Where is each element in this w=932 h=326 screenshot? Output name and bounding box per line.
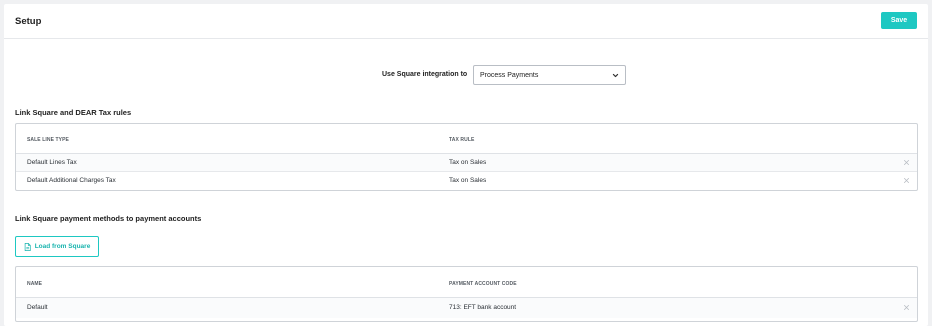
tax-rule-cell[interactable]: Tax on Sales xyxy=(449,159,486,166)
column-header-tax-rule: TAX RULE xyxy=(449,137,475,143)
tax-rules-table: SALE LINE TYPE TAX RULE Default Lines Ta… xyxy=(15,123,918,191)
tax-rules-heading: Link Square and DEAR Tax rules xyxy=(15,108,132,117)
tax-rules-table-body: Default Lines Tax Tax on Sales Default A… xyxy=(16,154,917,190)
column-header-payment-account-code: PAYMENT ACCOUNT CODE xyxy=(449,281,517,287)
integration-select-value: Process Payments xyxy=(480,72,539,79)
payment-method-name-cell: Default xyxy=(27,304,48,311)
close-icon[interactable] xyxy=(903,177,910,184)
page-header: Setup Save xyxy=(4,4,928,39)
tax-rules-table-header: SALE LINE TYPE TAX RULE xyxy=(16,124,917,154)
chevron-down-icon xyxy=(612,73,619,78)
payment-methods-heading: Link Square payment methods to payment a… xyxy=(15,214,202,223)
payment-methods-table-header: NAME PAYMENT ACCOUNT CODE xyxy=(16,267,917,298)
page-title: Setup xyxy=(15,16,42,27)
setup-panel: Setup Save Use Square integration to Pro… xyxy=(4,4,928,326)
load-from-square-button[interactable]: Load from Square xyxy=(15,236,99,257)
payment-account-cell[interactable]: 713: EFT bank account xyxy=(449,304,516,311)
payment-methods-table-body: Default 713: EFT bank account xyxy=(16,298,917,318)
close-icon[interactable] xyxy=(903,304,910,311)
integration-label: Use Square integration to xyxy=(382,71,468,78)
close-icon[interactable] xyxy=(903,159,910,166)
integration-select[interactable]: Process Payments xyxy=(473,65,626,85)
document-icon xyxy=(24,242,31,251)
payment-methods-table: NAME PAYMENT ACCOUNT CODE Default 713: E… xyxy=(15,266,918,322)
column-header-name: NAME xyxy=(27,281,43,287)
table-row[interactable]: Default Additional Charges Tax Tax on Sa… xyxy=(16,172,917,190)
sale-line-type-cell: Default Lines Tax xyxy=(27,159,77,166)
table-row[interactable]: Default 713: EFT bank account xyxy=(16,298,917,318)
save-button[interactable]: Save xyxy=(881,12,917,29)
tax-rule-cell[interactable]: Tax on Sales xyxy=(449,177,486,184)
column-header-sale-line-type: SALE LINE TYPE xyxy=(27,137,69,143)
load-from-square-label: Load from Square xyxy=(34,243,91,250)
table-row[interactable]: Default Lines Tax Tax on Sales xyxy=(16,154,917,172)
sale-line-type-cell: Default Additional Charges Tax xyxy=(27,177,116,184)
